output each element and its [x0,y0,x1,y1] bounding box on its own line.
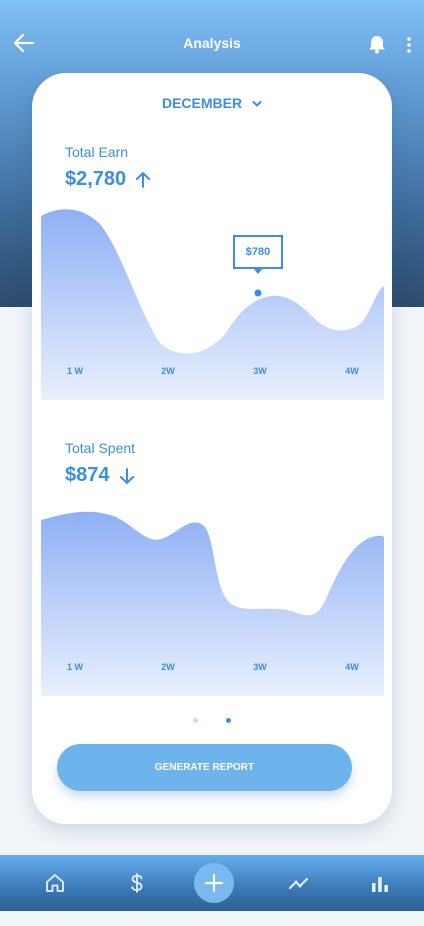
earn-amount-row: $2,780 [65,168,152,191]
generate-report-button[interactable]: GENERATE REPORT [57,744,352,791]
nav-finance[interactable] [125,871,149,895]
arrow-down-icon [119,467,134,484]
earn-tick-3: 3W [253,366,267,376]
month-label: DECEMBER [161,95,243,111]
earn-chart: $780 1 W 2W 3W 4W [41,208,384,400]
trend-icon [289,878,308,889]
spent-tick-3: 3W [253,662,267,672]
plus-icon [204,873,224,893]
page-dot-2-active[interactable] [226,718,232,724]
earn-tick-2: 2W [161,366,175,376]
analysis-card: DECEMBER Total Earn $2,780 $780 1 W 2W 3… [32,73,392,824]
spent-chart: 1 W 2W 3W 4W [41,509,384,696]
page-title: Analysis [183,35,241,51]
earn-label: Total Earn [65,144,129,160]
home-icon [46,874,64,892]
spent-area-chart [41,511,384,696]
nav-home[interactable] [43,871,67,895]
spent-tick-2: 2W [161,662,175,672]
page-indicator [32,712,392,724]
earn-tick-1: 1 W [66,366,84,376]
chevron-down-icon [252,101,262,108]
notifications-button[interactable] [366,33,388,55]
nav-trends[interactable] [287,871,311,895]
earn-area [41,209,384,400]
add-button[interactable] [194,863,234,903]
more-options-button[interactable] [401,34,417,56]
earn-tick-4: 4W [345,366,359,376]
spent-amount-row: $874 [65,464,136,487]
month-selector[interactable]: DECEMBER [32,95,392,111]
spent-amount: $874 [65,464,110,486]
earn-tooltip: $780 [233,235,283,274]
earn-amount: $2,780 [65,168,127,190]
arrow-up-icon [136,171,151,188]
nav-stats[interactable] [368,871,392,895]
earn-area-chart [41,209,384,400]
spent-tick-4: 4W [345,662,359,672]
spent-label: Total Spent [65,440,136,456]
more-vertical-icon [407,37,411,53]
bar-chart-icon [372,877,388,892]
bottom-nav [0,855,424,911]
dollar-icon [131,873,143,893]
bell-icon [369,36,385,54]
spent-area [41,511,384,696]
spent-tick-1: 1 W [66,662,84,672]
earn-marker[interactable] [252,287,264,299]
page-dot-1[interactable] [192,718,198,724]
